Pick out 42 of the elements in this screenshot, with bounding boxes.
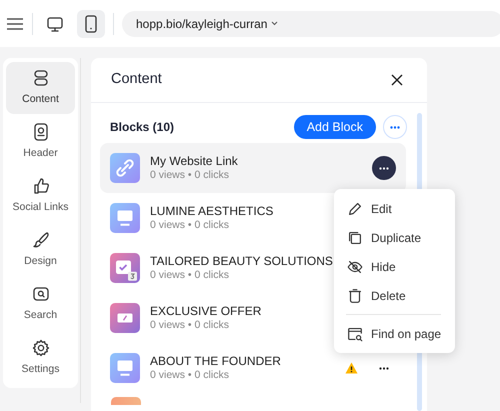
calendar-icon [110, 253, 140, 283]
block-stats: 0 views • 0 clicks [150, 219, 230, 232]
menu-item[interactable]: Hide [334, 252, 455, 281]
link-icon [110, 153, 140, 183]
dots-icon [379, 166, 389, 170]
monitor-icon [110, 203, 140, 233]
blocks-heading: Blocks (10) [110, 119, 176, 136]
block-title: TAILORED BEAUTY SOLUTIONS [150, 254, 333, 270]
phone-icon[interactable] [77, 10, 105, 38]
ticket-icon [110, 303, 140, 333]
url-dropdown[interactable]: hopp.bio/kayleigh-curran [122, 10, 500, 36]
sidebar-item[interactable]: Settings [6, 332, 75, 384]
block-title: LUMINE AESTHETICS [150, 204, 274, 220]
block-title: EXCLUSIVE OFFER [150, 304, 262, 320]
monitor-icon [110, 353, 140, 383]
block-stats: 0 views • 0 clicks [150, 269, 230, 282]
sidebar-item[interactable]: Header [6, 116, 75, 168]
sidebar-item[interactable]: Content [6, 62, 75, 114]
block-row[interactable]: My Website Link 0 views • 0 clicks [100, 143, 406, 193]
sidebar-item[interactable]: Design [6, 224, 75, 276]
menu-icon[interactable] [6, 16, 24, 30]
block-stats: 0 views • 0 clicks [150, 169, 230, 182]
block-stats: 0 views • 0 clicks [150, 319, 230, 332]
caret-icon [271, 21, 278, 26]
menu-item[interactable]: Delete [334, 281, 455, 310]
brush-icon [30, 230, 50, 250]
settings-icon [30, 338, 50, 358]
trash-icon [346, 286, 364, 304]
menu-item[interactable]: Duplicate [334, 223, 455, 252]
dots-icon [390, 126, 400, 128]
block-stats: 0 views • 0 clicks [150, 369, 230, 382]
sidebar-item[interactable]: Social Links [6, 170, 75, 222]
add-block-button[interactable]: Add Block [294, 115, 376, 139]
close-icon [391, 74, 403, 86]
more-button[interactable] [372, 156, 396, 180]
sidebar-item[interactable]: Search [6, 278, 75, 330]
block-title: ABOUT THE FOUNDER [150, 354, 281, 370]
block-icon [111, 397, 141, 405]
panel-title: Content [111, 70, 162, 90]
block-title: My Website Link [150, 154, 238, 170]
dots-icon [379, 366, 389, 370]
menu-item[interactable]: Edit [334, 194, 455, 223]
